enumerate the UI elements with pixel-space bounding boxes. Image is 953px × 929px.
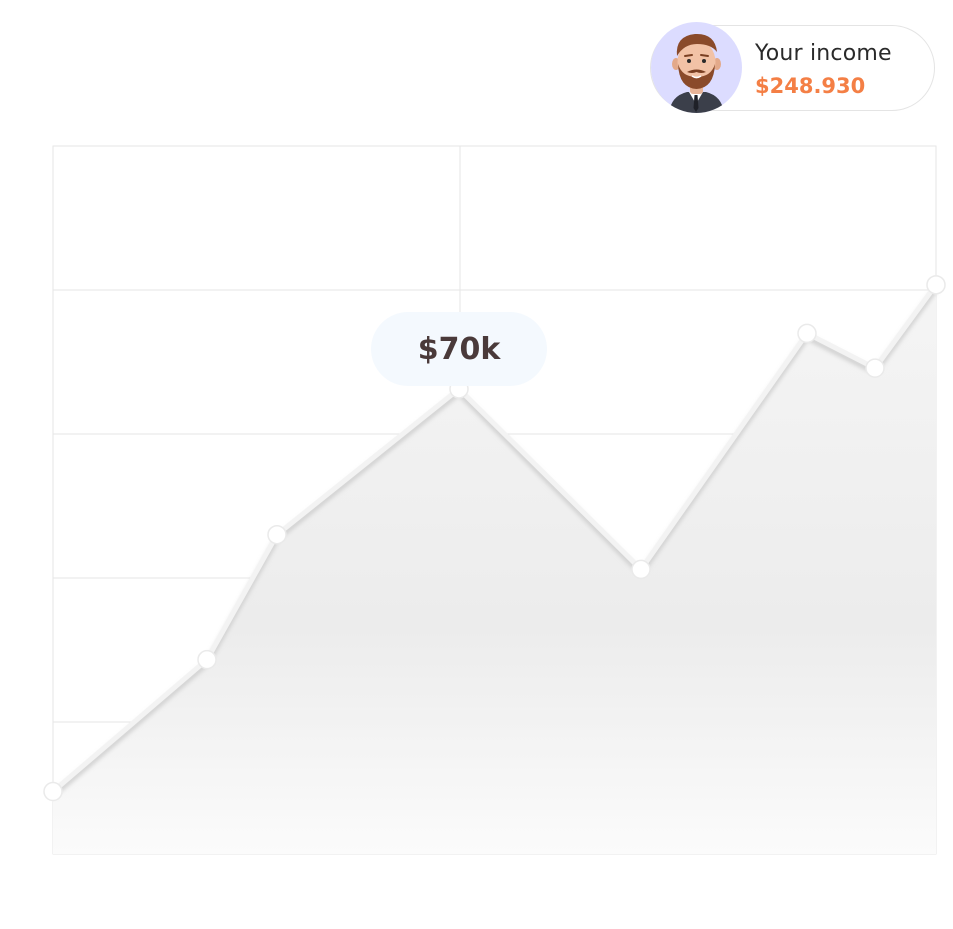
data-point bbox=[631, 559, 651, 580]
data-point bbox=[926, 275, 946, 295]
tooltip-value: $70k bbox=[417, 331, 501, 367]
data-point bbox=[197, 649, 217, 670]
income-card: Your income $248.930 bbox=[650, 22, 935, 113]
data-point bbox=[865, 358, 885, 378]
data-point bbox=[797, 323, 817, 344]
bearded-man-avatar-icon bbox=[651, 22, 742, 113]
data-point bbox=[43, 781, 63, 802]
data-point bbox=[267, 524, 287, 545]
income-value: $248.930 bbox=[755, 74, 866, 98]
income-area-chart bbox=[43, 145, 946, 855]
income-label: Your income bbox=[755, 41, 892, 66]
value-tooltip: $70k bbox=[371, 312, 547, 386]
